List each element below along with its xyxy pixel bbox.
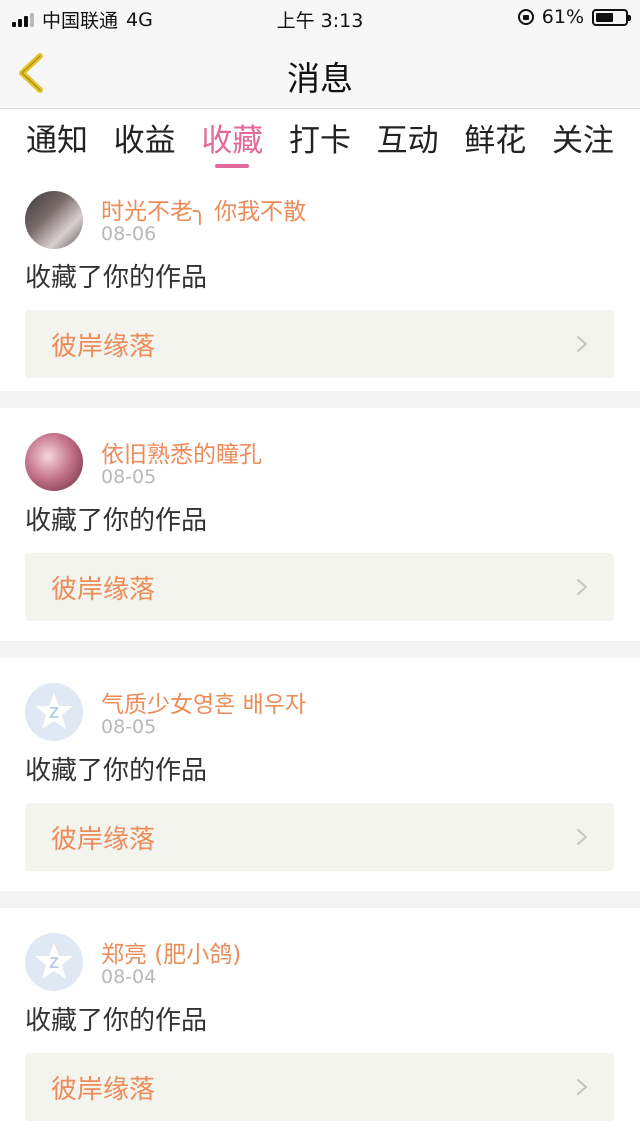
battery-percent: 61% [541, 6, 584, 28]
rotation-lock-icon [517, 9, 534, 25]
action-text: 收藏了你的作品 [25, 263, 208, 293]
avatar[interactable] [25, 433, 83, 491]
tab-earnings[interactable]: 收益 [114, 109, 176, 175]
list-item: Z 气质少女영혼 배우자 08-05 收藏了你的作品 彼岸缘落 [0, 658, 640, 891]
avatar[interactable]: Z [25, 933, 83, 991]
status-right: 61% [517, 6, 631, 28]
message-date: 08-05 [101, 716, 157, 738]
work-title: 彼岸缘落 [51, 825, 156, 855]
message-date: 08-05 [101, 466, 157, 488]
work-title: 彼岸缘落 [51, 1075, 156, 1105]
battery-fill [596, 12, 613, 22]
default-avatar-icon: Z [35, 693, 73, 729]
nav-bar: 消息 [0, 34, 640, 109]
list-item: 时光不老╮ 你我不散 08-06 收藏了你的作品 彼岸缘落 [0, 175, 640, 391]
message-list: 时光不老╮ 你我不散 08-06 收藏了你的作品 彼岸缘落 依旧熟悉的瞳孔 08… [0, 175, 640, 1141]
tab-favorites[interactable]: 收藏 [201, 109, 263, 175]
tab-notifications[interactable]: 通知 [26, 109, 88, 175]
user-name[interactable]: 气质少女영혼 배우자 [101, 685, 306, 719]
chevron-right-icon [577, 336, 587, 352]
avatar[interactable] [25, 191, 83, 249]
status-bar: 中国联通 4G 上午 3:13 61% [0, 0, 640, 34]
action-text: 收藏了你的作品 [25, 756, 208, 786]
default-avatar-icon: Z [35, 943, 73, 979]
list-item: Z 郑亮 (肥小鸽) 08-04 收藏了你的作品 彼岸缘落 [0, 908, 640, 1141]
list-item: 依旧熟悉的瞳孔 08-05 收藏了你的作品 彼岸缘落 [0, 408, 640, 641]
message-date: 08-04 [101, 966, 157, 988]
user-name[interactable]: 时光不老╮ 你我不散 [101, 192, 306, 226]
tab-flowers[interactable]: 鲜花 [464, 109, 526, 175]
work-link[interactable]: 彼岸缘落 [25, 803, 614, 871]
action-text: 收藏了你的作品 [25, 1006, 208, 1036]
chevron-right-icon [577, 579, 587, 595]
user-name[interactable]: 郑亮 (肥小鸽) [101, 935, 241, 969]
chevron-right-icon [577, 1079, 587, 1095]
battery-icon [592, 8, 631, 26]
avatar[interactable]: Z [25, 683, 83, 741]
action-text: 收藏了你的作品 [25, 506, 208, 536]
page-title: 消息 [287, 59, 353, 98]
chevron-right-icon [577, 829, 587, 845]
tab-bar: 通知 收益 收藏 打卡 互动 鲜花 关注 [0, 109, 640, 175]
tab-following[interactable]: 关注 [552, 109, 614, 175]
work-title: 彼岸缘落 [51, 332, 156, 362]
tab-checkin[interactable]: 打卡 [289, 109, 351, 175]
work-link[interactable]: 彼岸缘落 [25, 310, 614, 378]
user-name[interactable]: 依旧熟悉的瞳孔 [101, 435, 262, 469]
svg-text:Z: Z [49, 705, 59, 722]
work-link[interactable]: 彼岸缘落 [25, 1053, 614, 1121]
svg-text:Z: Z [49, 955, 59, 972]
work-link[interactable]: 彼岸缘落 [25, 553, 614, 621]
message-date: 08-06 [101, 223, 157, 245]
tab-interactions[interactable]: 互动 [377, 109, 439, 175]
work-title: 彼岸缘落 [51, 575, 156, 605]
